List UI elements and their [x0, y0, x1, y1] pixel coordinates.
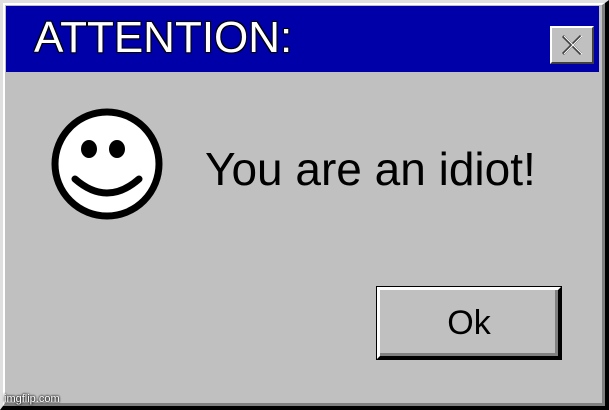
- smiley-face-icon: [51, 108, 163, 220]
- close-icon: [561, 34, 583, 56]
- dialog-title: ATTENTION:: [34, 13, 293, 62]
- dialog-message: You are an idiot!: [205, 143, 536, 195]
- watermark: imgflip.com: [4, 393, 60, 405]
- close-button[interactable]: [550, 26, 594, 64]
- alert-dialog: ATTENTION: You are an idiot! Ok: [0, 0, 609, 410]
- ok-button[interactable]: Ok: [376, 286, 562, 360]
- title-bar[interactable]: ATTENTION:: [6, 6, 599, 72]
